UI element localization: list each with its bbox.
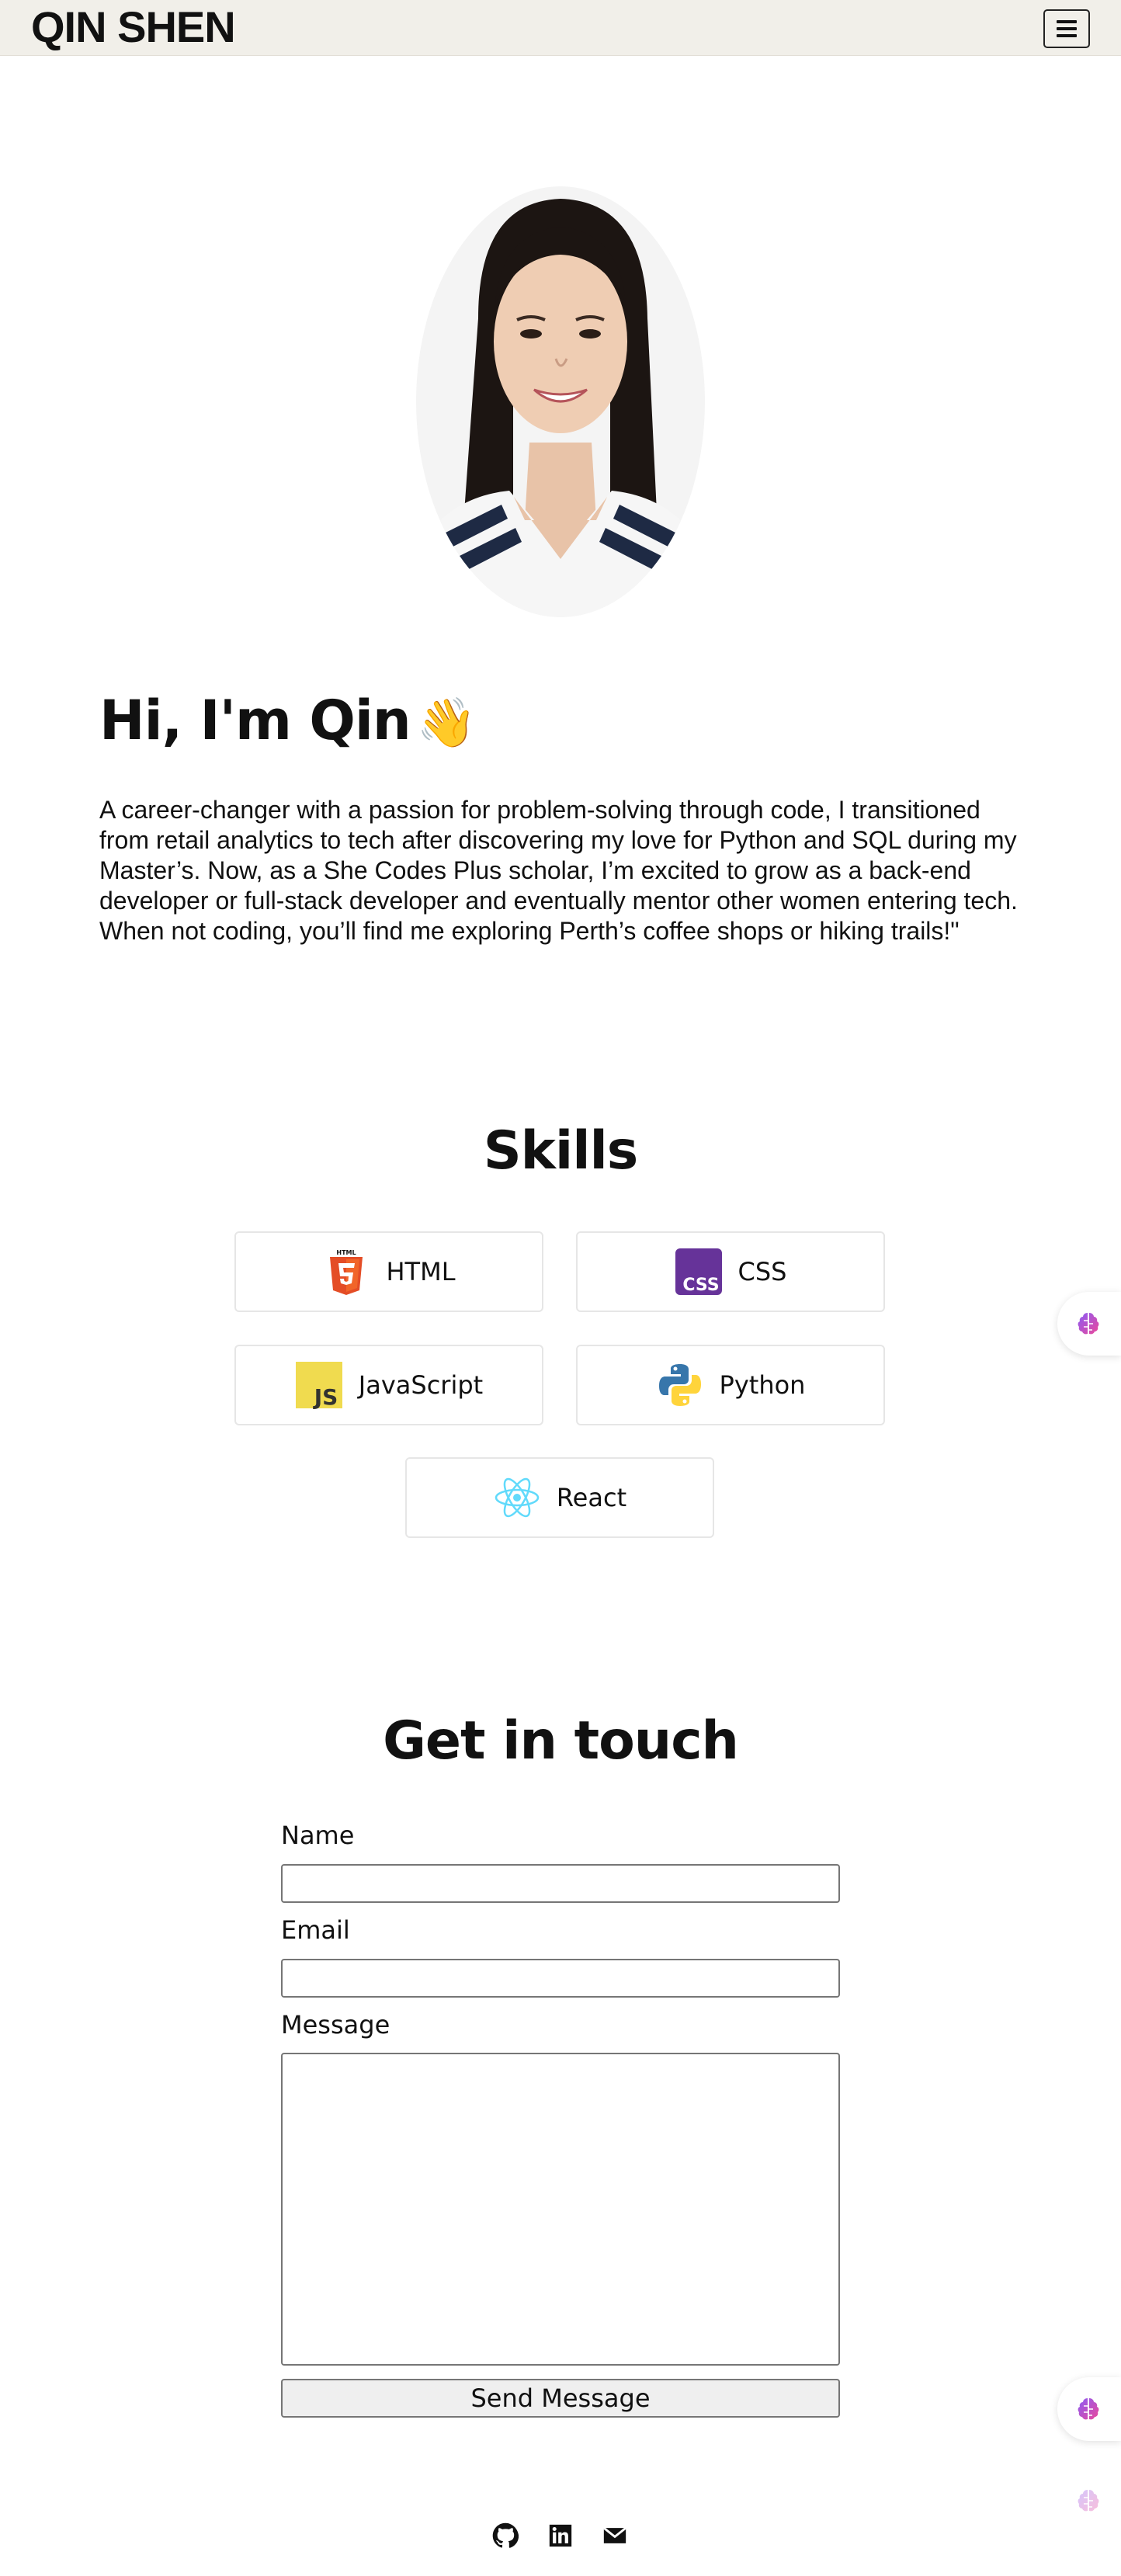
intro-paragraph: A career-changer with a passion for prob… (99, 796, 1018, 945)
profile-photo (416, 186, 705, 617)
linkedin-icon (549, 2524, 572, 2547)
skill-label: React (556, 1483, 627, 1512)
github-link[interactable] (490, 2520, 521, 2551)
python-icon (658, 1364, 701, 1406)
skill-label: HTML (386, 1257, 456, 1286)
hero-heading-text: Hi, I'm Qin (99, 689, 411, 752)
site-logo[interactable]: QIN SHEN (31, 2, 236, 53)
floating-assistant-widget[interactable] (1057, 2377, 1121, 2441)
email-icon (602, 2526, 627, 2543)
email-link[interactable] (599, 2520, 630, 2551)
hamburger-icon (1057, 20, 1077, 37)
skill-label: CSS (738, 1257, 787, 1286)
svg-text:HTML: HTML (337, 1249, 356, 1256)
skill-card-css: CSS CSS (576, 1231, 885, 1312)
skill-card-react: React (405, 1457, 714, 1538)
floating-assistant-widget[interactable] (1057, 2469, 1121, 2533)
javascript-icon: JS (295, 1362, 342, 1409)
skills-heading: Skills (483, 1120, 639, 1182)
skill-card-python: Python (576, 1345, 885, 1425)
brain-icon (1078, 2490, 1099, 2512)
waving-hand-icon: 👋 (416, 694, 477, 751)
brain-icon (1078, 1313, 1099, 1335)
css-icon: CSS (675, 1248, 722, 1295)
menu-button[interactable] (1043, 9, 1090, 48)
skill-label: JavaScript (358, 1370, 484, 1400)
linkedin-link[interactable] (545, 2520, 576, 2551)
github-icon (492, 2522, 519, 2548)
navbar: QIN SHEN (0, 0, 1121, 56)
skill-label: Python (719, 1370, 806, 1400)
name-label: Name (281, 1821, 355, 1850)
html5-icon: HTML (330, 1249, 363, 1295)
profile-photo-image (416, 186, 705, 617)
svg-text:JS: JS (313, 1384, 338, 1409)
message-label: Message (281, 2010, 390, 2040)
hero-heading: Hi, I'm Qin 👋 (99, 683, 477, 760)
skill-card-javascript: JS JavaScript (234, 1345, 543, 1425)
email-input[interactable] (281, 1959, 840, 1998)
email-label: Email (281, 1915, 350, 1945)
react-icon (495, 1477, 540, 1518)
floating-assistant-widget[interactable] (1057, 1292, 1121, 1356)
send-message-button[interactable]: Send Message (281, 2379, 840, 2418)
svg-text:CSS: CSS (682, 1276, 719, 1295)
name-input[interactable] (281, 1864, 840, 1903)
brain-icon (1078, 2398, 1099, 2420)
message-textarea[interactable] (281, 2053, 840, 2366)
contact-heading: Get in touch (383, 1710, 739, 1772)
skill-card-html: HTML HTML (234, 1231, 543, 1312)
